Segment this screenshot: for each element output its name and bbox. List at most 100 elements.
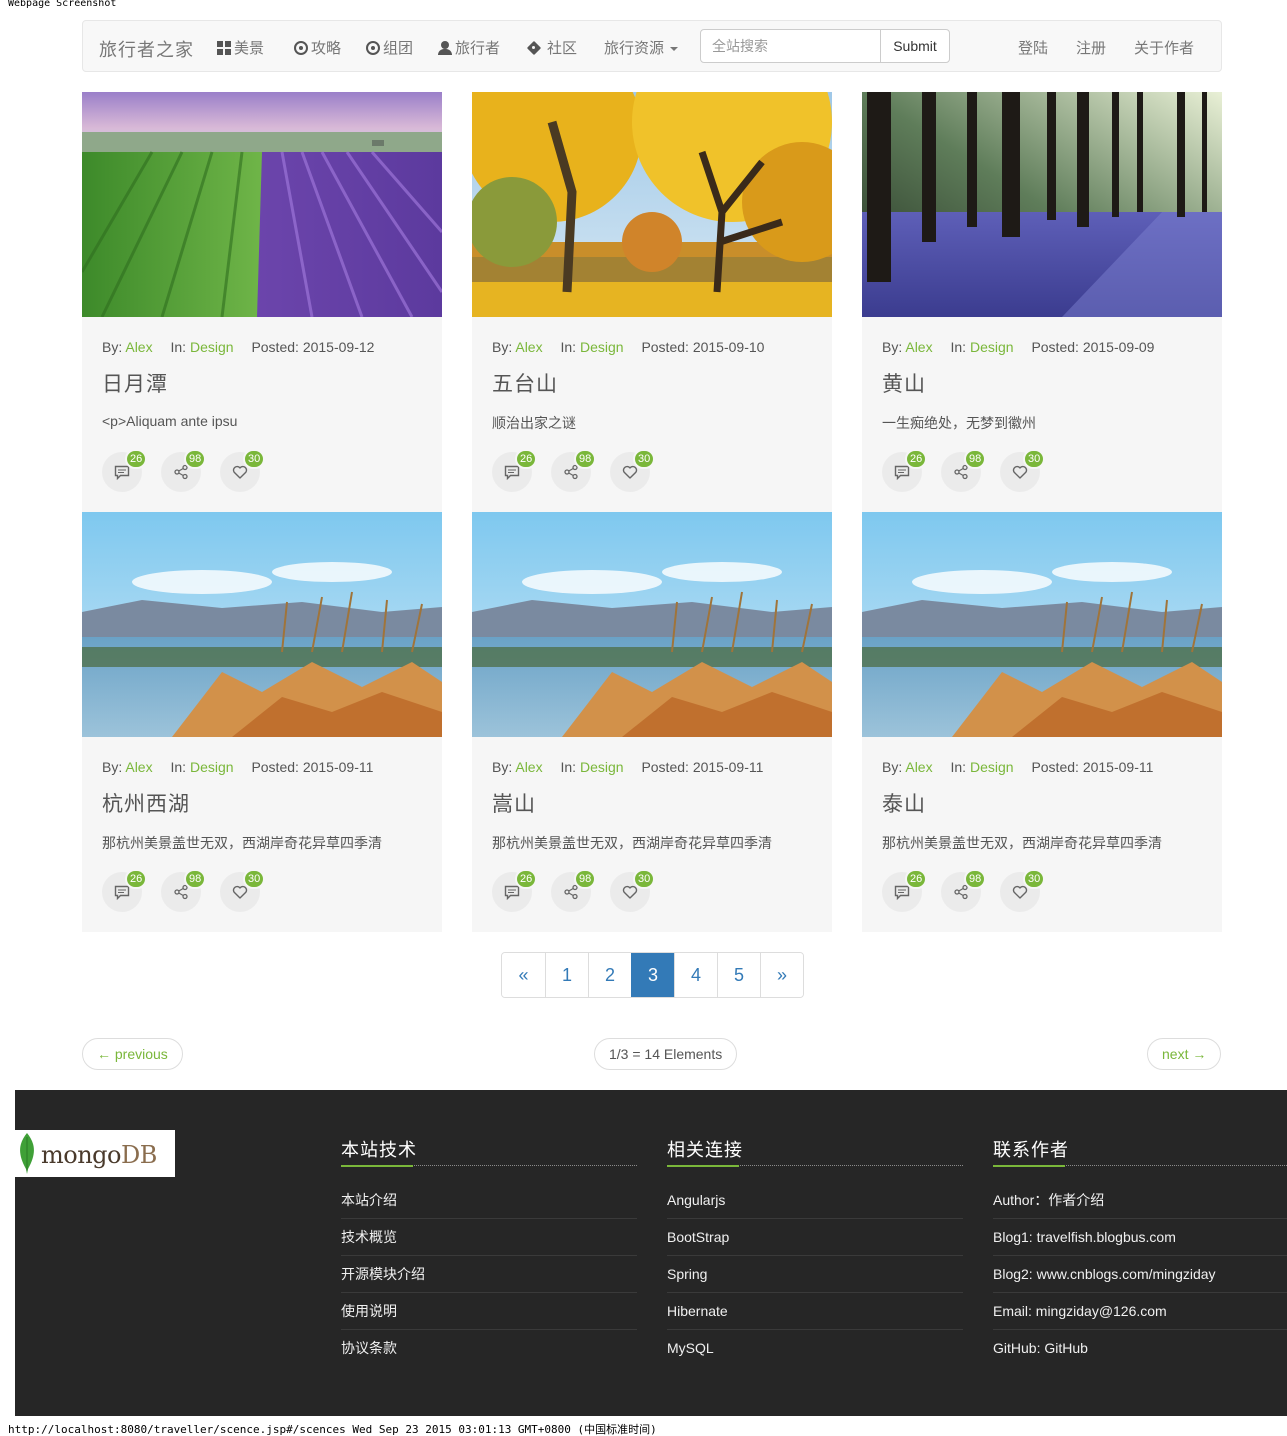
post-date: 2015-09-10 <box>692 339 765 355</box>
comments-button[interactable]: 26 <box>882 449 928 492</box>
footer-link[interactable]: Spring <box>667 1256 963 1293</box>
nav-item-groups[interactable]: 组团 <box>366 37 413 58</box>
search-submit-button[interactable]: Submit <box>880 29 950 63</box>
card-image-lake-reeds[interactable] <box>82 512 442 737</box>
comments-count-badge: 26 <box>515 869 538 889</box>
pagination-page-active[interactable]: 3 <box>631 953 674 997</box>
brand-logo[interactable]: 旅行者之家 <box>99 36 194 62</box>
card-title[interactable]: 泰山 <box>882 788 926 818</box>
footer-link[interactable]: Blog2: www.cnblogs.com/mingziday <box>993 1256 1287 1293</box>
likes-count-badge: 30 <box>1023 449 1046 469</box>
footer-link[interactable]: Blog1: travelfish.blogbus.com <box>993 1219 1287 1256</box>
search-input[interactable] <box>700 29 881 63</box>
footer-link[interactable]: GitHub: GitHub <box>993 1330 1287 1367</box>
like-button[interactable]: 30 <box>610 449 656 492</box>
pagination-next[interactable]: » <box>760 953 803 997</box>
share-button[interactable]: 98 <box>551 449 597 492</box>
author-link[interactable]: Alex <box>515 339 542 355</box>
author-link[interactable]: Alex <box>125 759 152 775</box>
nav-item-scenery[interactable]: 美景 <box>217 37 264 58</box>
shares-count-badge: 98 <box>184 449 207 469</box>
pagination-page[interactable]: 4 <box>674 953 717 997</box>
card-image-lake-reeds[interactable] <box>472 512 832 737</box>
comments-button[interactable]: 26 <box>102 869 148 912</box>
card-meta: By: Alex In: Design Posted: 2015-09-11 <box>102 759 373 775</box>
like-button[interactable]: 30 <box>220 449 266 492</box>
comments-button[interactable]: 26 <box>102 449 148 492</box>
comments-count-badge: 26 <box>125 449 148 469</box>
like-button[interactable]: 30 <box>1000 449 1046 492</box>
scenery-card: By: Alex In: Design Posted: 2015-09-11 嵩… <box>472 512 832 932</box>
nav-item-guides[interactable]: 攻略 <box>294 37 341 58</box>
footer-link[interactable]: Author：作者介绍 <box>993 1182 1287 1219</box>
screenshot-header: Webpage Screenshot <box>8 0 117 9</box>
in-label: In: <box>170 759 187 775</box>
card-title[interactable]: 日月潭 <box>102 368 168 398</box>
author-link[interactable]: Alex <box>905 759 932 775</box>
nav-item-label: 旅行资源 <box>604 40 665 57</box>
author-link[interactable]: Alex <box>125 339 152 355</box>
card-title[interactable]: 杭州西湖 <box>102 788 190 818</box>
nav-item-travelers[interactable]: 旅行者 <box>438 37 500 58</box>
footer-link[interactable]: 本站介绍 <box>341 1182 637 1219</box>
category-link[interactable]: Design <box>970 759 1014 775</box>
card-title[interactable]: 五台山 <box>492 368 558 398</box>
card-title[interactable]: 黄山 <box>882 368 926 398</box>
category-link[interactable]: Design <box>580 759 624 775</box>
like-button[interactable]: 30 <box>610 869 656 912</box>
footer-link[interactable]: BootStrap <box>667 1219 963 1256</box>
pagination-page[interactable]: 1 <box>545 953 588 997</box>
pagination-page[interactable]: 5 <box>717 953 760 997</box>
author-link[interactable]: Alex <box>905 339 932 355</box>
posted-label: Posted: <box>641 759 689 775</box>
footer-link[interactable]: Angularjs <box>667 1182 963 1219</box>
previous-button[interactable]: ← previous <box>82 1038 183 1070</box>
footer-link[interactable]: 技术概览 <box>341 1219 637 1256</box>
like-button[interactable]: 30 <box>1000 869 1046 912</box>
footer-link[interactable]: 使用说明 <box>341 1293 637 1330</box>
author-link[interactable]: Alex <box>515 759 542 775</box>
category-link[interactable]: Design <box>970 339 1014 355</box>
nav-item-resources-dropdown[interactable]: 旅行资源 <box>604 37 679 58</box>
category-link[interactable]: Design <box>580 339 624 355</box>
scenery-card: By: Alex In: Design Posted: 2015-09-09 黄… <box>862 92 1222 512</box>
footer-link[interactable]: MySQL <box>667 1330 963 1367</box>
card-image-bluebell-forest[interactable] <box>862 92 1222 317</box>
post-date: 2015-09-11 <box>1082 759 1154 775</box>
share-button[interactable]: 98 <box>941 869 987 912</box>
share-button[interactable]: 98 <box>941 449 987 492</box>
shares-count-badge: 98 <box>184 869 207 889</box>
comments-button[interactable]: 26 <box>492 449 538 492</box>
shares-count-badge: 98 <box>964 869 987 889</box>
share-button[interactable]: 98 <box>551 869 597 912</box>
by-label: By: <box>492 339 513 355</box>
card-image-lavender-field[interactable] <box>82 92 442 317</box>
comments-button[interactable]: 26 <box>882 869 928 912</box>
nav-link-about-author[interactable]: 关于作者 <box>1134 37 1194 58</box>
next-button[interactable]: next → <box>1147 1038 1222 1070</box>
pagination-prev[interactable]: « <box>502 953 545 997</box>
footer-link[interactable]: Email: mingziday@126.com <box>993 1293 1287 1330</box>
nav-link-login[interactable]: 登陆 <box>1018 37 1048 58</box>
category-link[interactable]: Design <box>190 339 234 355</box>
footer-link[interactable]: 开源模块介绍 <box>341 1256 637 1293</box>
nav-link-register[interactable]: 注册 <box>1076 37 1106 58</box>
card-image-lake-reeds[interactable] <box>862 512 1222 737</box>
share-button[interactable]: 98 <box>161 869 207 912</box>
category-link[interactable]: Design <box>190 759 234 775</box>
comments-button[interactable]: 26 <box>492 869 538 912</box>
like-button[interactable]: 30 <box>220 869 266 912</box>
pagination-page[interactable]: 2 <box>588 953 631 997</box>
nav-item-community[interactable]: 社区 <box>528 37 577 58</box>
share-button[interactable]: 98 <box>161 449 207 492</box>
by-label: By: <box>102 339 123 355</box>
card-image-autumn-tree[interactable] <box>472 92 832 317</box>
by-label: By: <box>492 759 513 775</box>
in-label: In: <box>170 339 187 355</box>
footer-link[interactable]: Hibernate <box>667 1293 963 1330</box>
user-icon <box>438 40 452 55</box>
nav-item-label: 攻略 <box>311 40 342 57</box>
footer-link[interactable]: 协议条款 <box>341 1330 637 1367</box>
card-title[interactable]: 嵩山 <box>492 788 536 818</box>
in-label: In: <box>950 339 967 355</box>
